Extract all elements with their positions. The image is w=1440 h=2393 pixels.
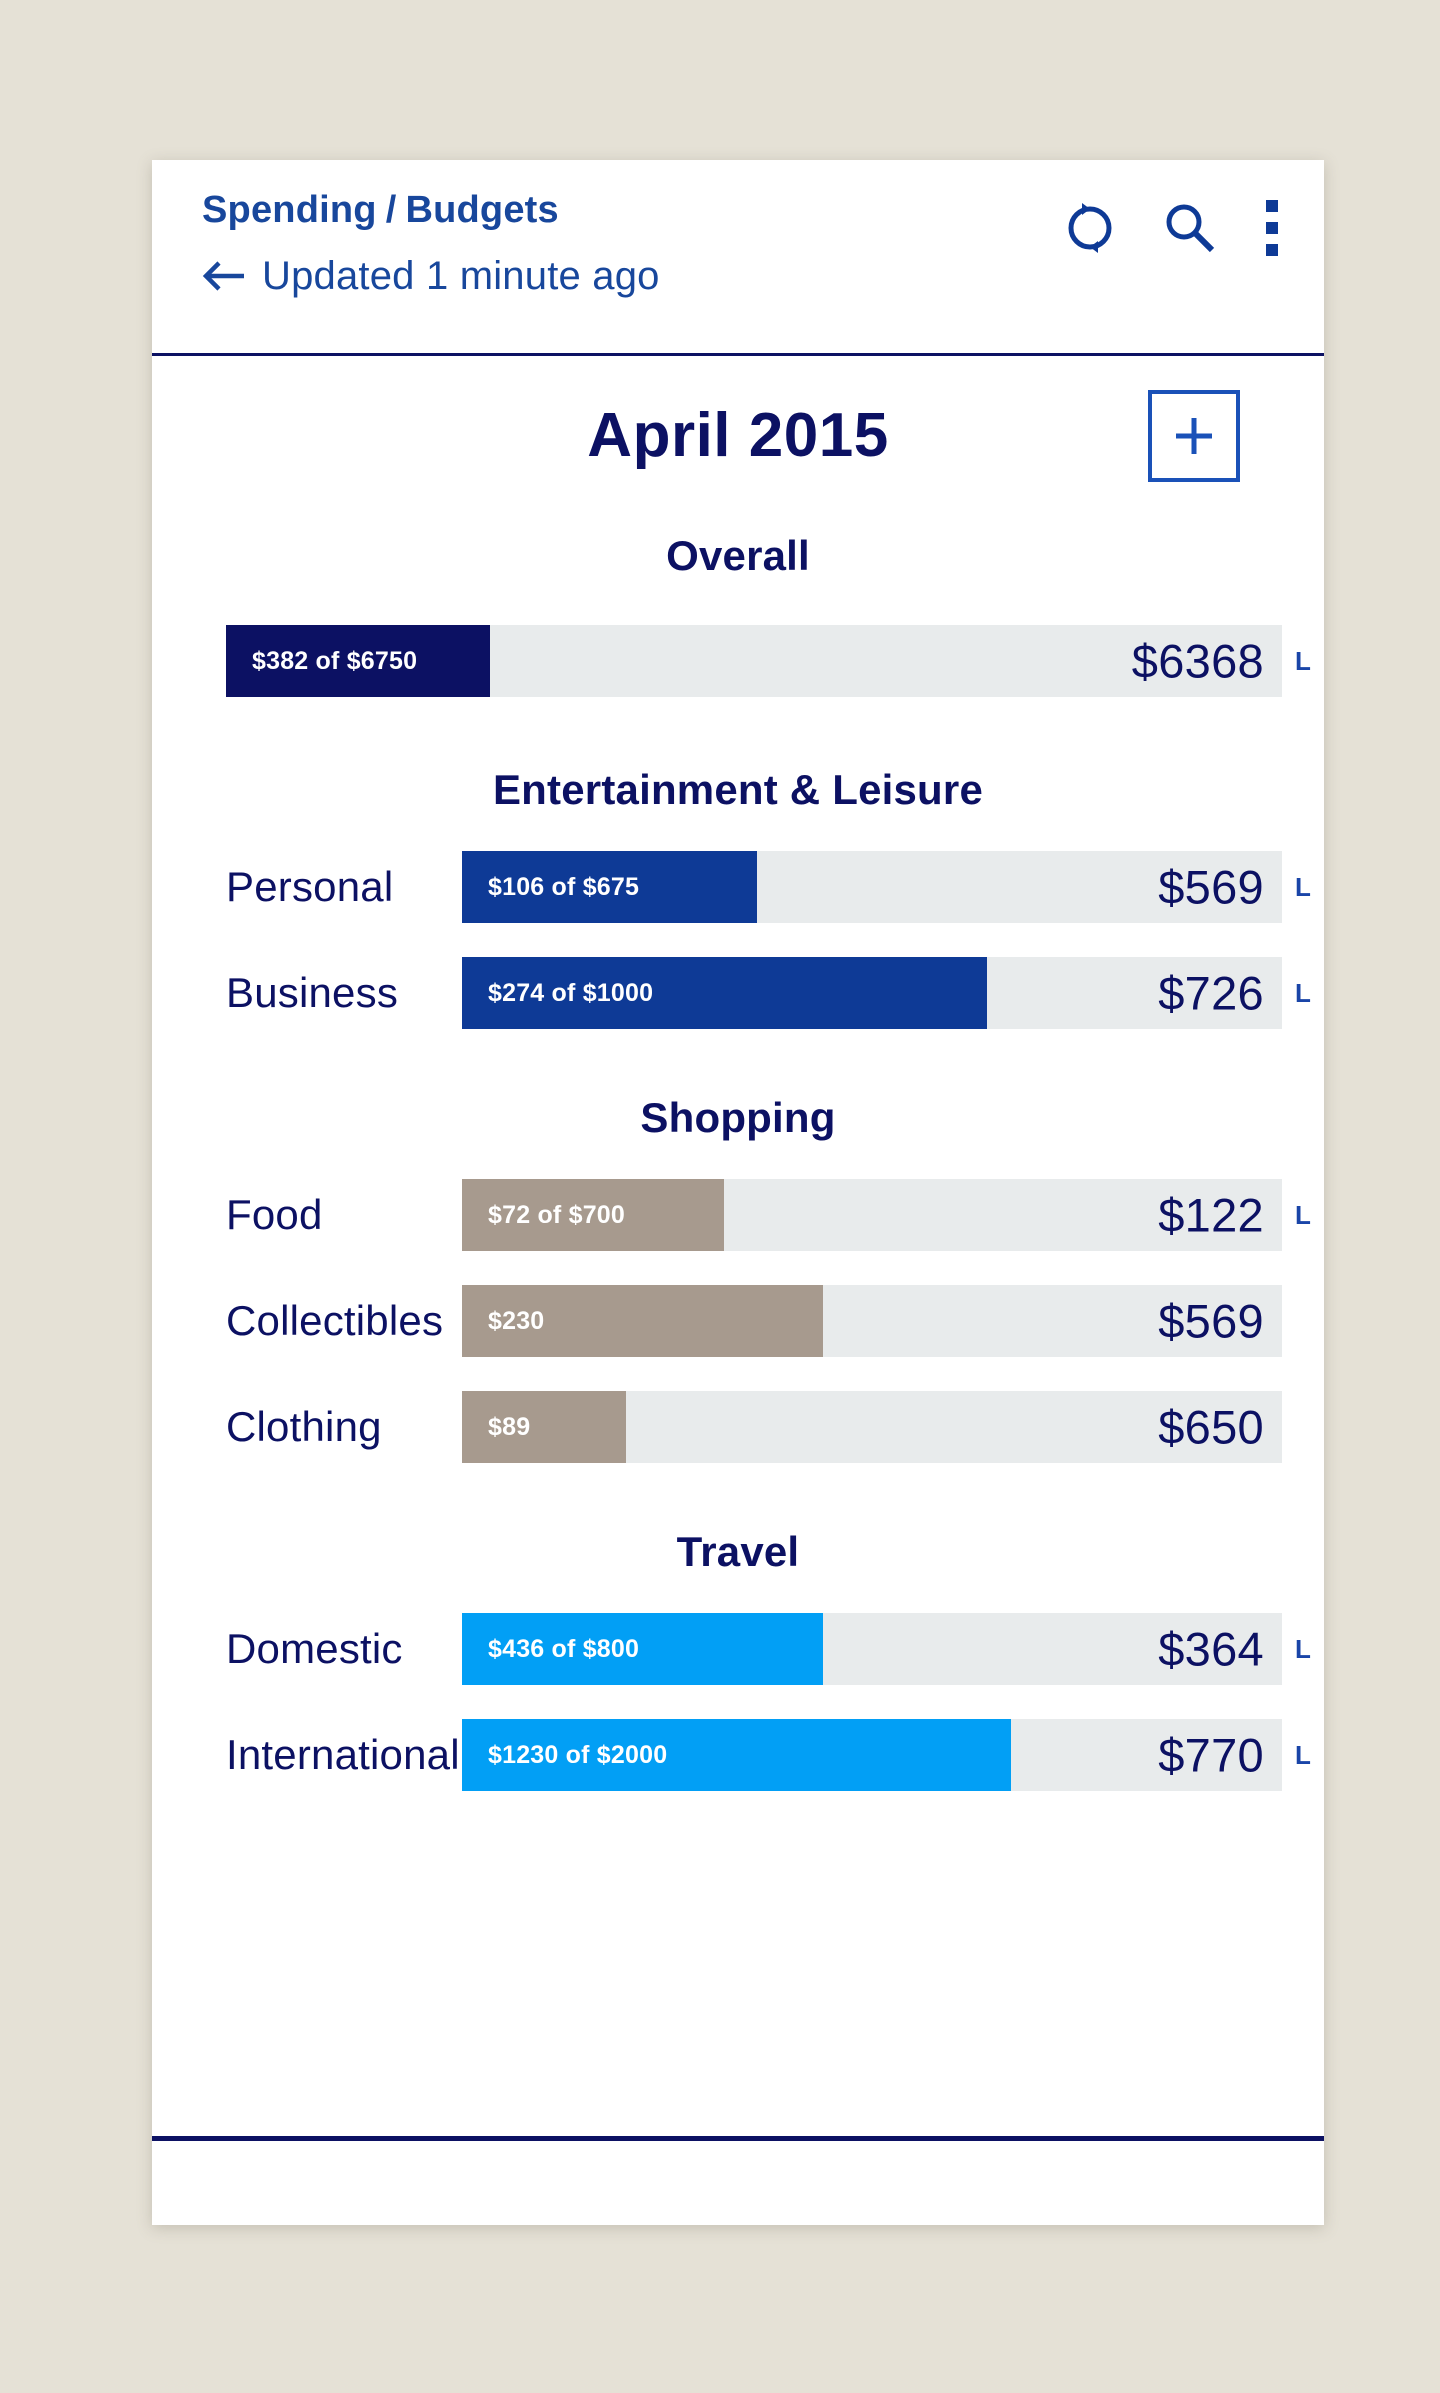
plus-icon <box>1176 418 1212 454</box>
budget-row-label: Collectibles <box>226 1297 444 1344</box>
budget-progress-track: $382 of $6750 $6368 <box>226 625 1282 697</box>
budget-section: Travel Domestic $436 of $800 $364 L Internati… <box>152 1528 1324 1794</box>
section-heading: Overall <box>666 532 810 579</box>
search-icon[interactable] <box>1162 201 1216 255</box>
budget-progress-fill: $89 <box>462 1391 626 1463</box>
section-heading: Shopping <box>640 1094 836 1141</box>
add-budget-button[interactable] <box>1148 390 1240 482</box>
budget-progress-track: $106 of $675 $569 <box>462 851 1282 923</box>
page-title-row: April 2015 <box>152 356 1324 506</box>
budget-spent-label: $72 of $700 <box>488 1200 626 1229</box>
budget-row[interactable]: Personal $106 of $675 $569 L <box>152 848 1324 926</box>
budget-remaining-amount: $569 <box>1158 1294 1264 1348</box>
budget-row-list: Domestic $436 of $800 $364 L International $1… <box>152 1610 1324 1794</box>
budget-progress-track: $72 of $700 $122 <box>462 1179 1282 1251</box>
section-heading: Entertainment & Leisure <box>492 766 984 813</box>
budget-sections: Overall $382 of $6750 $6368 L Entertainment … <box>152 532 1324 1794</box>
budget-spent-label: $382 of $6750 <box>252 646 418 675</box>
budget-row-list: Food $72 of $700 $122 L Collectibles $230 $569… <box>152 1176 1324 1466</box>
updated-text: Updated 1 minute ago <box>262 254 660 298</box>
budget-row[interactable]: Clothing $89 $650 <box>152 1388 1324 1466</box>
budget-spent-label: $106 of $675 <box>488 872 640 901</box>
kebab-dot <box>1266 244 1278 256</box>
budget-remaining-amount: $6368 <box>1131 634 1264 688</box>
budget-row-label: Food <box>226 1191 323 1238</box>
budget-progress-track: $230 $569 <box>462 1285 1282 1357</box>
budget-progress-track: $274 of $1000 $726 <box>462 957 1282 1029</box>
budget-progress-fill: $106 of $675 <box>462 851 758 923</box>
more-menu-icon[interactable] <box>1262 196 1282 260</box>
breadcrumb-separator: / <box>385 189 397 231</box>
budget-spent-label: $89 <box>488 1412 531 1441</box>
budget-section: Entertainment & Leisure Personal $106 of $… <box>152 766 1324 1032</box>
breadcrumb-current[interactable]: Budgets <box>405 189 558 231</box>
budget-progress-track: $89 $650 <box>462 1391 1282 1463</box>
budget-row[interactable]: Domestic $436 of $800 $364 L <box>152 1610 1324 1688</box>
budget-remaining-amount: $650 <box>1158 1400 1264 1454</box>
budget-remaining-amount: $569 <box>1158 860 1264 914</box>
budget-row-label: Business <box>226 969 399 1016</box>
refresh-icon[interactable] <box>1064 202 1116 254</box>
budget-section: Shopping Food $72 of $700 $122 L Collectibles… <box>152 1094 1324 1466</box>
row-marker: L <box>1295 1739 1311 1770</box>
breadcrumb-parent[interactable]: Spending <box>202 189 377 231</box>
section-heading: Travel <box>676 1528 800 1575</box>
budgets-card: Spending/Budgets Updated 1 minute ago <box>152 160 1324 2225</box>
breadcrumb: Spending / Budgets <box>202 189 559 232</box>
budget-row-label: International <box>226 1731 460 1778</box>
row-marker: L <box>1295 1199 1311 1230</box>
budget-row[interactable]: International $1230 of $2000 $770 L <box>152 1716 1324 1794</box>
budget-row-label: Domestic <box>226 1625 403 1672</box>
kebab-dot <box>1266 200 1278 212</box>
budget-spent-label: $230 <box>488 1306 545 1335</box>
header-actions <box>1064 196 1282 260</box>
budget-section: Overall $382 of $6750 $6368 L <box>152 532 1324 700</box>
budget-remaining-amount: $364 <box>1158 1622 1264 1676</box>
budget-progress-fill: $72 of $700 <box>462 1179 725 1251</box>
row-marker: L <box>1295 871 1311 902</box>
budget-progress-track: $1230 of $2000 $770 <box>462 1719 1282 1791</box>
screen: Spending/Budgets Updated 1 minute ago <box>0 0 1440 2393</box>
row-marker: L <box>1295 1633 1311 1664</box>
budget-row-list: $382 of $6750 $6368 L <box>152 622 1324 700</box>
budget-row[interactable]: Food $72 of $700 $122 L <box>152 1176 1324 1254</box>
budget-progress-fill: $1230 of $2000 <box>462 1719 1012 1791</box>
row-marker: L <box>1295 977 1311 1008</box>
budget-spent-label: $436 of $800 <box>488 1634 640 1663</box>
budget-remaining-amount: $122 <box>1158 1188 1264 1242</box>
updated-row: Updated 1 minute ago <box>202 256 660 296</box>
row-marker: L <box>1295 645 1311 676</box>
budget-remaining-amount: $770 <box>1158 1728 1264 1782</box>
budget-progress-fill: $274 of $1000 <box>462 957 987 1029</box>
budget-progress-fill: $230 <box>462 1285 823 1357</box>
budget-row[interactable]: Collectibles $230 $569 <box>152 1282 1324 1360</box>
budget-spent-label: $274 of $1000 <box>488 978 654 1007</box>
budget-row-label: Clothing <box>226 1403 382 1450</box>
budget-row[interactable]: $382 of $6750 $6368 L <box>152 622 1324 700</box>
back-arrow-icon[interactable] <box>202 256 248 296</box>
budget-row[interactable]: Business $274 of $1000 $726 L <box>152 954 1324 1032</box>
budget-progress-fill: $382 of $6750 <box>226 625 490 697</box>
kebab-dot <box>1266 222 1278 234</box>
app-header: Spending / Budgets Updated 1 minute ago <box>152 160 1324 356</box>
budget-spent-label: $1230 of $2000 <box>488 1740 668 1769</box>
footer-divider <box>152 2136 1324 2141</box>
budget-progress-fill: $436 of $800 <box>462 1613 823 1685</box>
budget-row-list: Personal $106 of $675 $569 L Business $274 of… <box>152 848 1324 1032</box>
budget-row-label: Personal <box>226 863 394 910</box>
budget-progress-track: $436 of $800 $364 <box>462 1613 1282 1685</box>
budget-remaining-amount: $726 <box>1158 966 1264 1020</box>
